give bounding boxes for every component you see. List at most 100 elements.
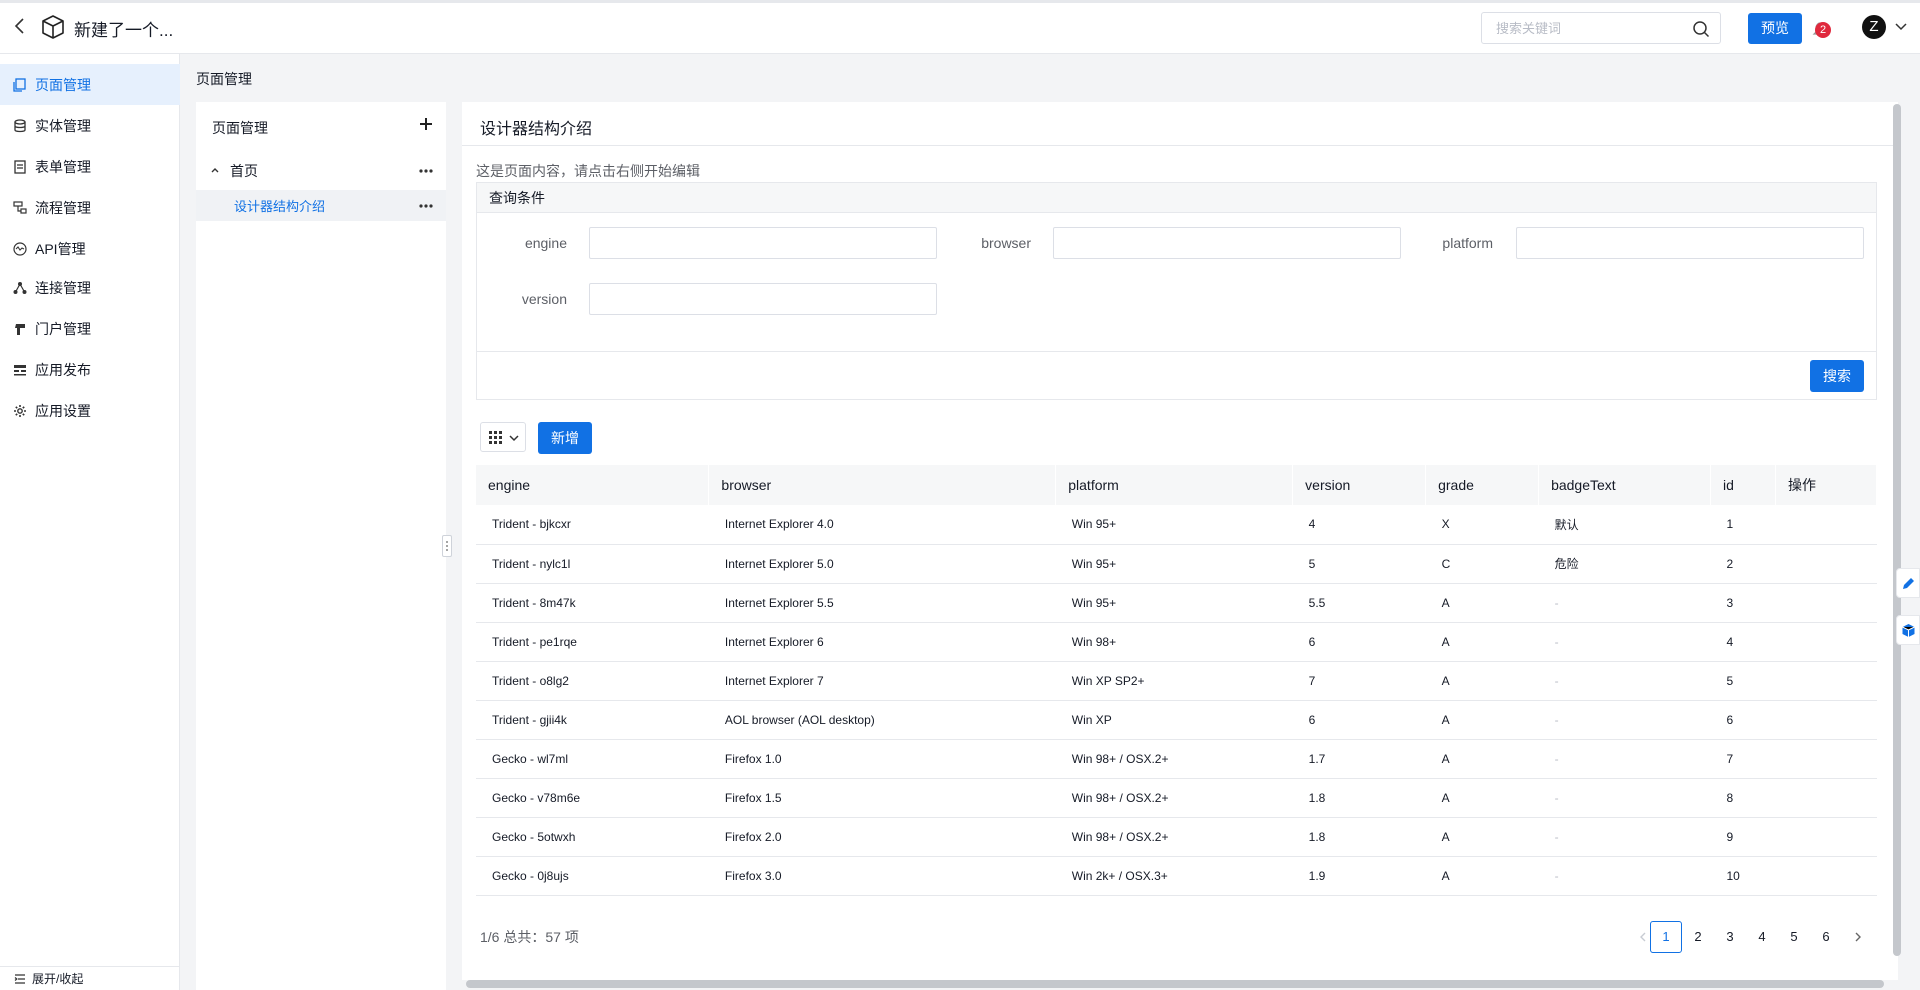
column-header[interactable]: engine	[476, 465, 710, 505]
sidebar-item-portal[interactable]: 门户管理	[0, 308, 180, 349]
chevron-down-icon[interactable]	[1894, 20, 1908, 34]
table-row[interactable]: Trident - pe1rqe Internet Explorer 6 Win 9…	[476, 622, 1877, 662]
grid-icon	[489, 431, 502, 444]
table-cell: Win 98+	[1055, 622, 1293, 662]
query-form-title: 查询条件	[477, 183, 1876, 213]
table-cell: 6	[1292, 700, 1426, 740]
engine-field-box[interactable]	[589, 227, 937, 259]
vertical-scrollbar[interactable]	[1893, 104, 1901, 956]
sidebar: 页面管理 实体管理 表单管理 流程管理 API管理 连接管理 门户管理 应用发布…	[0, 54, 180, 990]
platform-field[interactable]	[1517, 228, 1863, 258]
horizontal-scrollbar[interactable]	[466, 980, 1884, 988]
page-button[interactable]: 6	[1810, 921, 1842, 953]
sidebar-item-api[interactable]: API管理	[0, 228, 180, 269]
actions-cell	[1775, 778, 1877, 818]
search-button[interactable]: 搜索	[1810, 360, 1864, 392]
sidebar-item-label: 实体管理	[35, 117, 91, 134]
browser-field-box[interactable]	[1053, 227, 1401, 259]
column-toggle-button[interactable]	[480, 422, 526, 452]
table-cell: Trident - 8m47k	[476, 583, 709, 623]
publish-icon	[14, 364, 26, 375]
pencil-icon	[1903, 578, 1914, 589]
table-cell: 5.5	[1292, 583, 1426, 623]
next-page-button[interactable]	[1842, 921, 1874, 953]
page-button[interactable]: 1	[1650, 921, 1682, 953]
table-cell: 1.8	[1292, 778, 1426, 818]
sidebar-item-forms[interactable]: 表单管理	[0, 146, 180, 187]
table-cell: A	[1425, 622, 1539, 662]
table-cell: -	[1538, 583, 1711, 623]
table-cell: -	[1538, 856, 1711, 896]
table-cell: -	[1538, 700, 1711, 740]
page-button[interactable]: 3	[1714, 921, 1746, 953]
sidebar-item-label: 连接管理	[35, 279, 91, 296]
table-cell: 2	[1710, 544, 1776, 584]
table-row[interactable]: Gecko - wl7ml Firefox 1.0 Win 98+ / OSX.2+…	[476, 739, 1877, 779]
search-icon[interactable]	[1692, 20, 1710, 38]
column-header[interactable]: browser	[708, 465, 1057, 505]
table-row[interactable]: Gecko - 5otwxh Firefox 2.0 Win 98+ / OSX.2…	[476, 817, 1877, 857]
page-button[interactable]: 5	[1778, 921, 1810, 953]
back-arrow-icon[interactable]	[12, 16, 28, 36]
avatar[interactable]: Z	[1862, 15, 1886, 39]
edit-tool-button[interactable]	[1896, 568, 1920, 598]
sidebar-item-label: 页面管理	[35, 76, 91, 93]
sidebar-item-settings[interactable]: 应用设置	[0, 390, 180, 431]
column-header[interactable]: badgeText	[1538, 465, 1711, 505]
table-cell: Win 95+	[1055, 583, 1293, 623]
sidebar-item-flows[interactable]: 流程管理	[0, 187, 180, 228]
platform-field-box[interactable]	[1516, 227, 1864, 259]
tree-node-designer-intro[interactable]: 设计器结构介绍	[196, 190, 446, 221]
more-icon[interactable]	[418, 198, 434, 214]
table-cell: Win 98+ / OSX.2+	[1055, 817, 1293, 857]
version-field[interactable]	[590, 284, 936, 314]
sidebar-item-pages[interactable]: 页面管理	[0, 64, 180, 105]
notification-badge: 2	[1815, 22, 1831, 38]
preview-button[interactable]: 预览	[1748, 13, 1802, 44]
add-button[interactable]: 新增	[538, 422, 592, 454]
more-icon[interactable]	[418, 163, 434, 179]
column-header[interactable]: platform	[1055, 465, 1294, 505]
version-field-box[interactable]	[589, 283, 937, 315]
column-header[interactable]: id	[1710, 465, 1776, 505]
sidebar-item-label: 流程管理	[35, 199, 91, 216]
chevron-left-icon	[1640, 932, 1646, 942]
table-cell: Trident - bjkcxr	[476, 505, 709, 545]
portal-icon	[15, 323, 25, 335]
table-cell: 6	[1710, 700, 1776, 740]
sidebar-item-connections[interactable]: 连接管理	[0, 267, 180, 308]
page-button[interactable]: 2	[1682, 921, 1714, 953]
table-row[interactable]: Gecko - 0j8ujs Firefox 3.0 Win 2k+ / OSX.3…	[476, 856, 1877, 896]
tree-node-home[interactable]: 首页	[196, 155, 446, 186]
column-header[interactable]: version	[1292, 465, 1427, 505]
table-cell: Firefox 3.0	[708, 856, 1056, 896]
table-cell: 7	[1292, 661, 1426, 701]
table-cell: -	[1538, 778, 1711, 818]
search-box[interactable]	[1481, 12, 1721, 44]
collapse-toggle[interactable]: 展开/收起	[0, 966, 180, 990]
plus-icon[interactable]	[418, 116, 434, 132]
sidebar-item-publish[interactable]: 应用发布	[0, 349, 180, 390]
table-cell: 10	[1710, 856, 1776, 896]
menu-fold-icon	[14, 973, 25, 984]
table-cell: 9	[1710, 817, 1776, 857]
table-row[interactable]: Trident - nylc1l Internet Explorer 5.0 Win…	[476, 544, 1877, 584]
actions-cell	[1775, 739, 1877, 779]
chevron-up-icon[interactable]	[210, 165, 220, 175]
page-button[interactable]: 4	[1746, 921, 1778, 953]
table-row[interactable]: Trident - o8lg2 Internet Explorer 7 Win XP…	[476, 661, 1877, 701]
table-row[interactable]: Trident - gjii4k AOL browser (AOL desktop…	[476, 700, 1877, 740]
table-row[interactable]: Trident - bjkcxr Internet Explorer 4.0 Win…	[476, 505, 1877, 545]
sidebar-item-label: API管理	[35, 240, 86, 257]
engine-field[interactable]	[590, 228, 936, 258]
table-row[interactable]: Gecko - v78m6e Firefox 1.5 Win 98+ / OSX.2…	[476, 778, 1877, 818]
browser-field[interactable]	[1054, 228, 1400, 258]
sidebar-item-entities[interactable]: 实体管理	[0, 105, 180, 146]
component-tool-button[interactable]	[1896, 615, 1920, 645]
search-input[interactable]	[1496, 13, 1696, 43]
panel-resize-handle[interactable]	[442, 535, 452, 557]
page-content-panel: 设计器结构介绍 这是页面内容，请点击右侧开始编辑 查询条件 engine bro…	[462, 102, 1898, 980]
table-row[interactable]: Trident - 8m47k Internet Explorer 5.5 Win …	[476, 583, 1877, 623]
column-header[interactable]: grade	[1425, 465, 1540, 505]
api-icon	[13, 241, 27, 256]
